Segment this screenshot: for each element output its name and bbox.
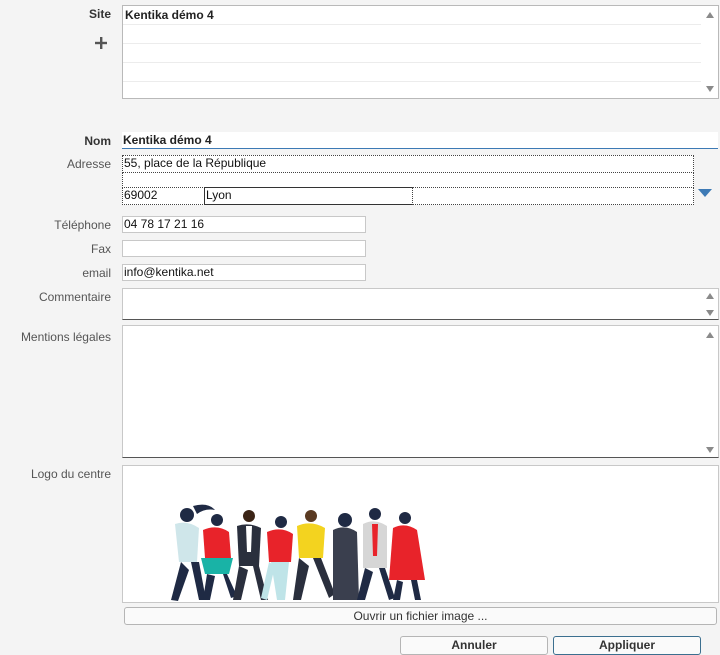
figure-7: [357, 508, 395, 600]
site-list-item[interactable]: Kentika démo 4: [123, 6, 701, 25]
figure-2: [201, 514, 237, 600]
logo-image-area[interactable]: [122, 465, 719, 603]
mentions-textarea[interactable]: [122, 325, 719, 458]
postal-code-input[interactable]: 69002: [122, 187, 205, 205]
site-list-item[interactable]: [123, 25, 701, 44]
logo-illustration: [171, 504, 425, 601]
nom-input[interactable]: Kentika démo 4: [122, 132, 718, 149]
triangle-down-icon[interactable]: [698, 189, 712, 197]
commentaire-textarea[interactable]: [122, 288, 719, 320]
scroll-up-icon[interactable]: [706, 332, 714, 338]
telephone-input[interactable]: 04 78 17 21 16: [122, 216, 366, 233]
adresse-label: Adresse: [66, 157, 111, 171]
fax-input[interactable]: [122, 240, 366, 257]
figure-4: [261, 516, 293, 600]
open-image-button[interactable]: Ouvrir un fichier image ...: [124, 607, 717, 625]
scroll-up-icon[interactable]: [706, 12, 714, 18]
adresse-line2-input[interactable]: [122, 172, 694, 188]
figure-6: [333, 513, 359, 600]
cancel-button[interactable]: Annuler: [400, 636, 548, 655]
telephone-label: Téléphone: [54, 218, 111, 232]
email-input[interactable]: info@kentika.net: [122, 264, 366, 281]
scroll-down-icon[interactable]: [706, 447, 714, 453]
adresse-line1-input[interactable]: 55, place de la République: [122, 155, 694, 173]
mentions-scrollbar[interactable]: [702, 326, 718, 457]
figure-8: [389, 512, 425, 600]
scroll-up-icon[interactable]: [706, 293, 714, 299]
site-label: Site: [88, 7, 111, 21]
email-label: email: [82, 266, 111, 280]
mentions-label: Mentions légales: [20, 330, 111, 344]
commentaire-label: Commentaire: [38, 290, 111, 304]
apply-button[interactable]: Appliquer: [553, 636, 701, 655]
fax-label: Fax: [90, 242, 111, 256]
city-input[interactable]: Lyon: [204, 187, 413, 205]
add-site-icon[interactable]: [93, 35, 109, 51]
logo-label: Logo du centre: [30, 467, 111, 481]
scroll-down-icon[interactable]: [706, 310, 714, 316]
figure-3: [233, 510, 268, 600]
site-list-item[interactable]: [123, 44, 701, 63]
site-list[interactable]: Kentika démo 4: [122, 5, 719, 99]
site-list-scrollbar[interactable]: [702, 6, 718, 98]
country-input[interactable]: [412, 187, 694, 205]
nom-label: Nom: [84, 134, 111, 148]
commentaire-scrollbar[interactable]: [702, 289, 718, 319]
site-list-item[interactable]: [123, 63, 701, 82]
scroll-down-icon[interactable]: [706, 86, 714, 92]
figure-5: [293, 510, 335, 600]
